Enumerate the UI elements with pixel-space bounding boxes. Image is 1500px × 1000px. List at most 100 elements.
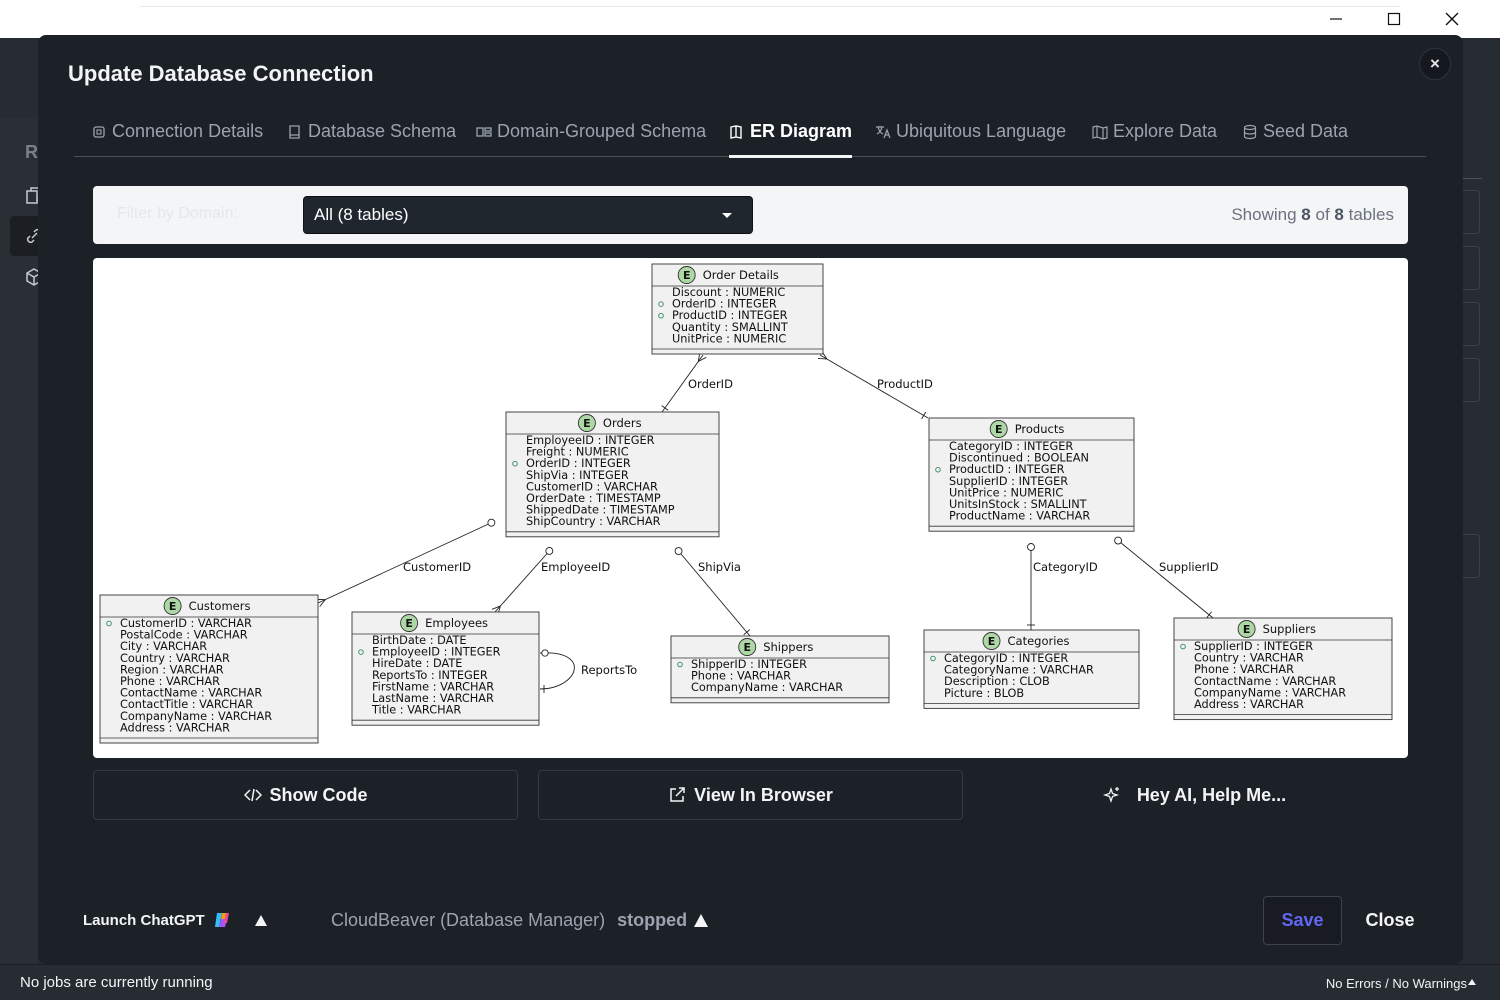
tab-connection-details[interactable]: Connection Details bbox=[91, 121, 263, 157]
one-marker bbox=[661, 405, 669, 411]
entity-shippers: E ShippersShipperID : INTEGERPhone : VARC… bbox=[670, 635, 890, 704]
tab-label: Domain-Grouped Schema bbox=[497, 121, 707, 141]
entity-name: Order Details bbox=[703, 268, 779, 282]
optional-marker bbox=[541, 649, 549, 657]
entity-badge-letter: E bbox=[169, 600, 177, 613]
cloudbeaver-state: stopped bbox=[617, 910, 688, 930]
entity-badge-letter: E bbox=[995, 423, 1003, 436]
entity-name: Suppliers bbox=[1263, 622, 1316, 636]
relation-label-customerid: CustomerID bbox=[403, 560, 471, 574]
status-bar: No jobs are currently running No Errors … bbox=[0, 964, 1500, 1000]
modal-close-button[interactable]: × bbox=[1419, 48, 1451, 80]
cloudbeaver-name: CloudBeaver (Database Manager) bbox=[331, 910, 606, 930]
maximize-button[interactable] bbox=[1366, 4, 1422, 34]
database-icon bbox=[1243, 124, 1257, 140]
entity-field: UnitPrice : NUMERIC bbox=[672, 332, 786, 345]
entity-categories: E CategoriesCategoryID : INTEGERCategoryN… bbox=[923, 629, 1140, 709]
book-icon bbox=[289, 125, 300, 139]
optional-marker bbox=[487, 518, 496, 527]
optional-marker bbox=[1027, 543, 1035, 551]
entity-field: Picture : BLOB bbox=[944, 687, 1024, 700]
tab-label: ER Diagram bbox=[750, 121, 853, 141]
close-button[interactable]: Close bbox=[1358, 896, 1422, 945]
showing-suffix: tables bbox=[1348, 205, 1394, 224]
modal-title: Update Database Connection bbox=[68, 61, 374, 86]
save-button[interactable]: Save bbox=[1263, 896, 1342, 945]
entity-field: Address : VARCHAR bbox=[120, 721, 230, 734]
translate-icon bbox=[876, 126, 891, 139]
problems-toggle-icon[interactable] bbox=[1468, 979, 1476, 985]
maximize-icon bbox=[1387, 12, 1401, 26]
background-divider bbox=[1462, 178, 1482, 179]
domain-select-value: All (8 tables) bbox=[314, 205, 409, 224]
relation-label-productid: ProductID bbox=[877, 377, 933, 391]
minimize-button[interactable] bbox=[1308, 4, 1364, 34]
tab-label: Database Schema bbox=[308, 121, 457, 141]
tab-ubiquitous-language[interactable]: Ubiquitous Language bbox=[875, 121, 1066, 157]
showing-count: 8 bbox=[1301, 205, 1311, 224]
jobs-status: No jobs are currently running bbox=[20, 974, 213, 991]
sidebar-heading-fragment: R bbox=[25, 142, 38, 162]
tab-seed-data[interactable]: Seed Data bbox=[1242, 121, 1348, 157]
tab-bar: Connection Details Database Schema Domai… bbox=[74, 119, 1426, 158]
relation-label-categoryid: CategoryID bbox=[1033, 560, 1098, 574]
tab-explore-data[interactable]: Explore Data bbox=[1092, 121, 1217, 157]
entity-field: Title : VARCHAR bbox=[371, 704, 461, 717]
background-field bbox=[1462, 534, 1480, 578]
relation-label-supplierid: SupplierID bbox=[1159, 560, 1219, 574]
entity-badge-letter: E bbox=[988, 635, 996, 648]
external-link-icon bbox=[670, 787, 685, 802]
cloudbeaver-status[interactable]: CloudBeaver (Database Manager) stopped bbox=[331, 910, 709, 931]
minimize-icon bbox=[1330, 18, 1342, 20]
entity-name: Customers bbox=[189, 599, 251, 613]
domain-select[interactable]: All (8 tables) bbox=[303, 196, 753, 234]
launch-menu-toggle-icon[interactable] bbox=[255, 915, 267, 926]
entity-suppliers: E SuppliersSupplierID : INTEGERCountry : … bbox=[1173, 617, 1393, 721]
relation-label-orderid: OrderID bbox=[688, 377, 733, 391]
domain-filter-bar: Filter by Domain: All (8 tables) Showing… bbox=[93, 186, 1408, 244]
sparkles-icon bbox=[1102, 786, 1119, 804]
update-connection-modal: Update Database Connection × Connection … bbox=[38, 35, 1463, 964]
relation-label-reportsto: ReportsTo bbox=[581, 663, 637, 677]
one-marker bbox=[743, 629, 751, 636]
background-field bbox=[1462, 190, 1480, 234]
tab-label: Explore Data bbox=[1113, 121, 1218, 141]
er-diagram-svg: OrderID ProductID CustomerID EmployeeID Ship… bbox=[99, 263, 1393, 744]
entity-order-details: E Order DetailsDiscount : NUMERICOrderID … bbox=[651, 263, 824, 355]
background-field bbox=[1462, 358, 1480, 402]
view-in-browser-label: View In Browser bbox=[694, 784, 833, 805]
problems-status[interactable]: No Errors / No Warnings bbox=[1326, 976, 1467, 991]
relation-label-shipvia: ShipVia bbox=[698, 560, 741, 574]
entity-name: Orders bbox=[603, 416, 642, 430]
background-field bbox=[1462, 246, 1480, 290]
tab-label: Seed Data bbox=[1263, 121, 1349, 141]
entity-field: CompanyName : VARCHAR bbox=[691, 681, 843, 694]
er-diagram-canvas[interactable]: OrderID ProductID CustomerID EmployeeID Ship… bbox=[93, 258, 1408, 758]
cloudbeaver-menu-icon[interactable] bbox=[694, 914, 709, 927]
entity-employees: E EmployeesBirthDate : DATEEmployeeID : I… bbox=[351, 611, 540, 726]
entity-badge-letter: E bbox=[683, 269, 691, 282]
relation-line bbox=[494, 547, 553, 613]
optional-marker bbox=[1114, 536, 1123, 545]
tab-domain-grouped-schema[interactable]: Domain-Grouped Schema bbox=[476, 121, 706, 157]
ai-help-button[interactable]: Hey AI, Help Me... bbox=[982, 770, 1407, 820]
close-icon bbox=[1445, 12, 1459, 26]
entity-products: E ProductsCategoryID : INTEGERDiscontinue… bbox=[928, 417, 1135, 532]
entity-name: Categories bbox=[1008, 634, 1070, 648]
window-close-button[interactable] bbox=[1424, 4, 1480, 34]
entity-name: Shippers bbox=[763, 640, 813, 654]
showing-of: of bbox=[1315, 205, 1330, 224]
relation-line bbox=[539, 652, 575, 690]
tab-er-diagram[interactable]: ER Diagram bbox=[729, 121, 853, 158]
show-code-button[interactable]: Show Code bbox=[93, 770, 518, 820]
tab-database-schema[interactable]: Database Schema bbox=[287, 121, 456, 157]
map-icon bbox=[1092, 125, 1108, 140]
view-in-browser-button[interactable]: View In Browser bbox=[538, 770, 963, 820]
show-code-label: Show Code bbox=[269, 784, 368, 805]
entity-badge-letter: E bbox=[743, 641, 751, 654]
copilot-logo-icon bbox=[214, 913, 229, 927]
launch-chatgpt-button[interactable]: Launch ChatGPT bbox=[83, 911, 231, 929]
entity-badge-letter: E bbox=[405, 617, 413, 630]
entity-badge-letter: E bbox=[1243, 623, 1251, 636]
entity-customers: E CustomersCustomerID : VARCHARPostalCode… bbox=[99, 594, 319, 744]
